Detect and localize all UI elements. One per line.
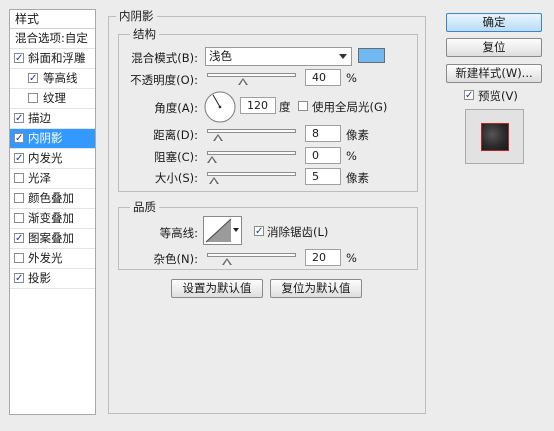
noise-label: 杂色(N): — [153, 252, 198, 266]
sidebar-item[interactable]: ✓ 图案叠加 — [10, 229, 95, 249]
size-label: 大小(S): — [154, 171, 198, 185]
sidebar-item-checkbox[interactable] — [14, 193, 24, 203]
sidebar-item-checkbox[interactable]: ✓ — [14, 273, 24, 284]
angle-dial[interactable] — [203, 90, 237, 124]
choke-slider-thumb[interactable] — [207, 156, 217, 163]
sidebar-item[interactable]: ✓ 内发光 — [10, 149, 95, 169]
contour-picker[interactable] — [203, 216, 242, 245]
distance-slider[interactable] — [207, 129, 296, 141]
noise-slider-thumb[interactable] — [222, 258, 232, 265]
sidebar-item[interactable]: ✓ 斜面和浮雕 — [10, 49, 95, 69]
sidebar-item-label: 斜面和浮雕 — [28, 51, 86, 65]
styles-list: 样式 混合选项:自定 ✓ 斜面和浮雕 ✓ 等高线纹理 ✓ 描边 ✓ 内阴影 ✓ 内发光光泽颜色叠加… — [9, 9, 96, 415]
blend-mode-select[interactable]: 浅色 — [205, 47, 352, 66]
choke-input[interactable]: 0 — [305, 147, 341, 164]
sidebar-item[interactable]: ✓ 描边 — [10, 109, 95, 129]
reset-button[interactable]: 复位 — [446, 38, 542, 57]
sidebar-item[interactable]: ✓ 等高线 — [10, 69, 95, 89]
distance-slider-thumb[interactable] — [213, 134, 223, 141]
sidebar-item-label: 等高线 — [43, 71, 78, 85]
sidebar-item-checkbox[interactable] — [14, 253, 24, 263]
blend-mode-value: 浅色 — [209, 49, 232, 63]
opacity-label: 不透明度(O): — [130, 73, 198, 87]
antialias-label[interactable]: 消除锯齿(L) — [267, 224, 328, 240]
sidebar-item[interactable]: 光泽 — [10, 169, 95, 189]
opacity-slider[interactable] — [207, 73, 296, 85]
new-style-button[interactable]: 新建样式(W)... — [446, 64, 542, 83]
angle-unit: 度 — [279, 100, 291, 114]
opacity-slider-thumb[interactable] — [238, 78, 248, 85]
choke-slider[interactable] — [207, 151, 296, 163]
sidebar-item-checkbox[interactable]: ✓ — [14, 53, 24, 64]
reset-default-button[interactable]: 复位为默认值 — [270, 279, 362, 298]
sidebar-item[interactable]: ✓ 内阴影 — [10, 129, 95, 149]
sidebar-item-checkbox[interactable]: ✓ — [14, 153, 24, 164]
distance-unit: 像素 — [346, 128, 369, 142]
sidebar-item-checkbox[interactable]: ✓ — [14, 133, 24, 144]
choke-label: 阻塞(C): — [154, 150, 198, 164]
noise-slider[interactable] — [207, 253, 296, 265]
sidebar-item-label: 图案叠加 — [28, 231, 74, 245]
sidebar-item-checkbox[interactable]: ✓ — [14, 113, 24, 124]
sidebar-item-label: 内发光 — [28, 151, 63, 165]
global-light-label[interactable]: 使用全局光(G) — [312, 99, 387, 115]
quality-legend: 品质 — [130, 199, 159, 215]
opacity-input[interactable]: 40 — [305, 69, 341, 86]
sidebar-item-checkbox[interactable] — [14, 173, 24, 183]
chevron-down-icon — [233, 228, 239, 232]
sidebar-item[interactable]: ✓ 投影 — [10, 269, 95, 289]
sidebar-item-checkbox[interactable] — [28, 93, 38, 103]
sidebar-item[interactable]: 外发光 — [10, 249, 95, 269]
sidebar-item-label: 光泽 — [28, 171, 51, 185]
contour-curve-icon — [205, 218, 232, 243]
sidebar-item[interactable]: 颜色叠加 — [10, 189, 95, 209]
sidebar-item-label: 内阴影 — [28, 131, 63, 145]
antialias-checkbox[interactable]: ✓ — [254, 226, 264, 237]
distance-input[interactable]: 8 — [305, 125, 341, 142]
size-slider[interactable] — [207, 172, 296, 184]
size-slider-thumb[interactable] — [209, 177, 219, 184]
distance-label: 距离(D): — [153, 128, 198, 142]
noise-input[interactable]: 20 — [305, 249, 341, 266]
opacity-unit: % — [346, 71, 357, 85]
contour-label: 等高线: — [159, 226, 198, 240]
sidebar-item-label: 投影 — [28, 271, 51, 285]
style-preview — [465, 109, 524, 164]
sidebar-item-checkbox[interactable]: ✓ — [28, 73, 38, 84]
blend-mode-label: 混合模式(B): — [131, 51, 198, 65]
size-input[interactable]: 5 — [305, 168, 341, 185]
ok-button[interactable]: 确定 — [446, 13, 542, 32]
preview-checkbox[interactable]: ✓ — [464, 90, 474, 101]
sidebar-item-label: 外发光 — [28, 251, 63, 265]
angle-input[interactable]: 120 — [240, 97, 276, 114]
sidebar-item-label: 纹理 — [43, 91, 66, 105]
blend-options-item[interactable]: 混合选项:自定 — [10, 29, 95, 49]
size-unit: 像素 — [346, 171, 369, 185]
sidebar-item-checkbox[interactable] — [14, 213, 24, 223]
global-light-checkbox[interactable] — [298, 101, 308, 111]
set-default-button[interactable]: 设置为默认值 — [171, 279, 263, 298]
sidebar-item-label: 颜色叠加 — [28, 191, 74, 205]
sidebar-item-checkbox[interactable]: ✓ — [14, 233, 24, 244]
preview-swatch — [481, 123, 509, 151]
panel-title: 内阴影 — [116, 8, 157, 24]
chevron-down-icon — [339, 54, 347, 59]
sidebar-item[interactable]: 渐变叠加 — [10, 209, 95, 229]
blend-options-label: 混合选项:自定 — [15, 31, 88, 45]
sidebar-item-label: 渐变叠加 — [28, 211, 74, 225]
angle-label: 角度(A): — [154, 101, 198, 115]
blend-color-swatch[interactable] — [358, 48, 385, 63]
preview-label[interactable]: 预览(V) — [478, 88, 518, 104]
sidebar-item[interactable]: 纹理 — [10, 89, 95, 109]
choke-unit: % — [346, 149, 357, 163]
noise-unit: % — [346, 251, 357, 265]
structure-legend: 结构 — [130, 26, 159, 42]
styles-header[interactable]: 样式 — [10, 10, 95, 29]
sidebar-item-label: 描边 — [28, 111, 51, 125]
